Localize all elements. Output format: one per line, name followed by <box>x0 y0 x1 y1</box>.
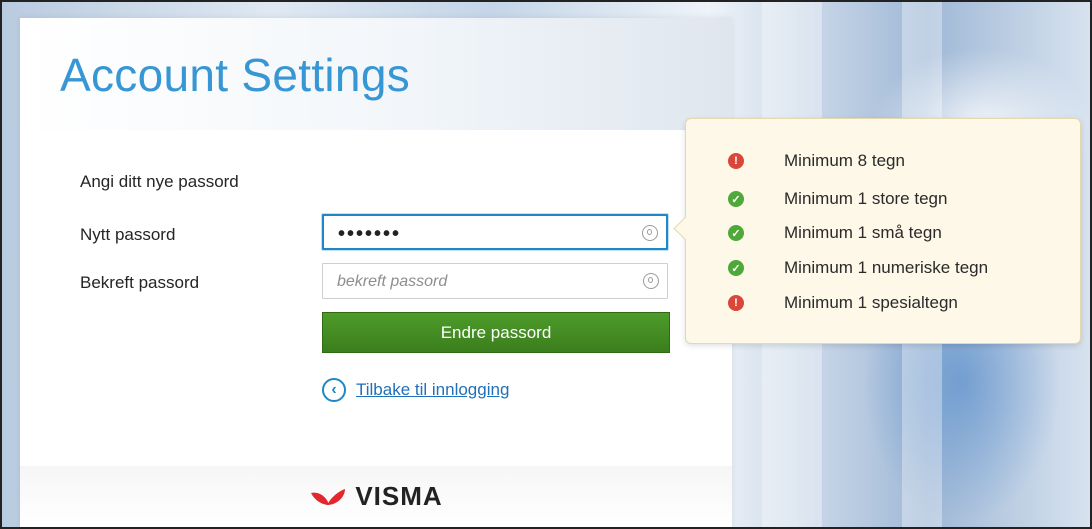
requirement-label: Minimum 1 numeriske tegn <box>784 258 989 277</box>
visma-logo-icon <box>311 488 346 505</box>
error-icon: ! <box>728 153 744 169</box>
show-password-icon[interactable] <box>642 225 658 241</box>
new-password-value: ••••••• <box>338 223 402 245</box>
back-to-login-label[interactable]: Tilbake til innlogging <box>356 380 509 400</box>
requirement-item: ✓ Minimum 1 små tegn <box>728 223 942 243</box>
checkmark-icon: ✓ <box>728 191 744 207</box>
footer: VISMA <box>20 466 732 527</box>
form-intro: Angi ditt nye passord <box>80 172 239 191</box>
checkmark-icon: ✓ <box>728 225 744 241</box>
show-password-icon[interactable] <box>643 273 659 289</box>
requirement-label: Minimum 1 store tegn <box>784 189 948 208</box>
chevron-left-icon[interactable]: ‹ <box>322 378 346 402</box>
requirement-label: Minimum 8 tegn <box>784 151 905 170</box>
new-password-input[interactable]: ••••••• <box>322 214 668 250</box>
requirement-label: Minimum 1 små tegn <box>784 223 942 242</box>
requirement-item: ! Minimum 1 spesialtegn <box>728 293 958 313</box>
back-to-login-link[interactable]: ‹ Tilbake til innlogging <box>322 378 509 402</box>
error-icon: ! <box>728 295 744 311</box>
background: Account Settings Angi ditt nye passord N… <box>0 0 1092 529</box>
change-password-button[interactable]: Endre passord <box>322 312 670 353</box>
page-title: Account Settings <box>60 49 411 101</box>
new-password-label: Nytt passord <box>80 225 176 244</box>
confirm-password-input[interactable]: bekreft passord <box>322 263 668 299</box>
confirm-password-label: Bekreft passord <box>80 273 200 292</box>
confirm-password-placeholder: bekreft passord <box>337 273 448 290</box>
password-requirements-popup: ! Minimum 8 tegn ✓ Minimum 1 store tegn … <box>673 118 1081 344</box>
requirement-item: ✓ Minimum 1 numeriske tegn <box>728 258 988 278</box>
checkmark-icon: ✓ <box>728 260 744 276</box>
visma-logo-text: VISMA <box>355 481 443 511</box>
account-settings-panel: Account Settings Angi ditt nye passord N… <box>20 18 732 527</box>
requirement-label: Minimum 1 spesialtegn <box>784 293 958 312</box>
requirement-item: ✓ Minimum 1 store tegn <box>728 189 947 209</box>
requirement-item: ! Minimum 8 tegn <box>728 151 905 171</box>
